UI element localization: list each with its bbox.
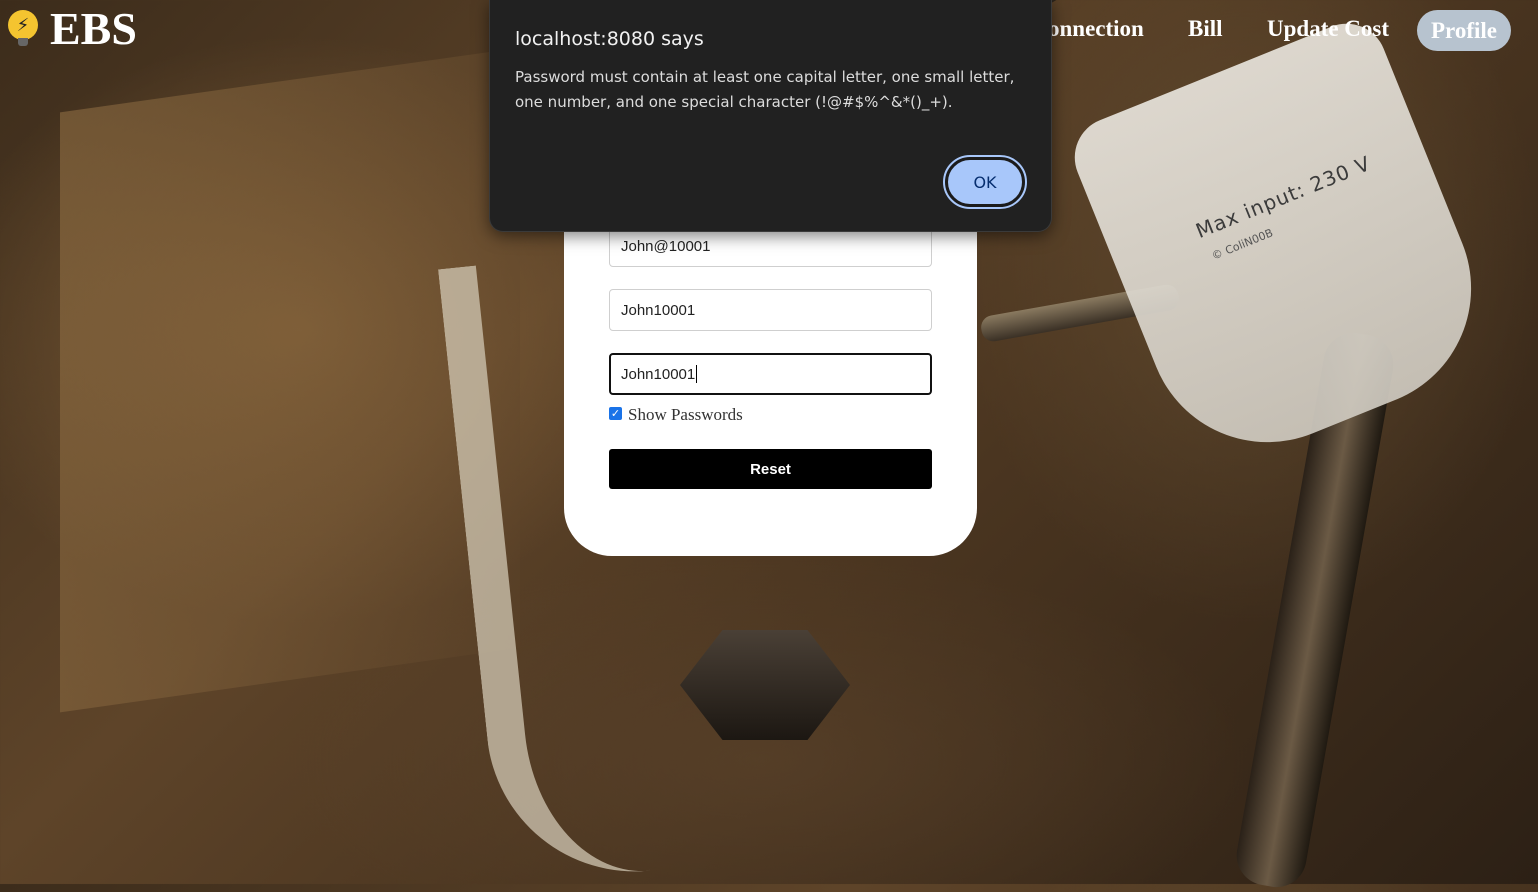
background-wood-panel xyxy=(60,47,520,713)
background-rod xyxy=(979,282,1181,344)
background-nut xyxy=(680,630,850,740)
nav-item-bill[interactable]: Bill xyxy=(1188,16,1223,42)
new-password-field[interactable]: John10001 xyxy=(609,289,932,331)
show-passwords-label[interactable]: Show Passwords xyxy=(628,405,743,425)
old-password-value: John@10001 xyxy=(621,237,711,255)
background-pipe xyxy=(1231,328,1399,892)
show-passwords-checkbox[interactable]: ✓ xyxy=(609,407,622,420)
background-cup xyxy=(1062,11,1508,479)
nav-item-update-cost[interactable]: Update Cost xyxy=(1267,16,1389,42)
text-caret xyxy=(696,365,698,383)
nav-item-connection[interactable]: onnection xyxy=(1048,16,1144,42)
dialog-message: Password must contain at least one capit… xyxy=(515,68,1015,111)
dialog-title: localhost:8080 says xyxy=(515,28,704,50)
confirm-password-value: John10001 xyxy=(621,365,696,383)
background-cup-text: Max input: 230 V xyxy=(1192,150,1375,244)
reset-button[interactable]: Reset xyxy=(609,449,932,489)
alert-dialog: localhost:8080 says Password must contai… xyxy=(489,0,1052,232)
lightning-bulb-icon[interactable]: ⚡ xyxy=(8,10,38,46)
confirm-password-field[interactable]: John10001 xyxy=(609,353,932,395)
site-logo[interactable]: EBS xyxy=(50,2,137,55)
nav-profile-button[interactable]: Profile xyxy=(1417,10,1511,51)
new-password-value: John10001 xyxy=(621,301,696,319)
ok-button[interactable]: OK xyxy=(943,155,1027,209)
